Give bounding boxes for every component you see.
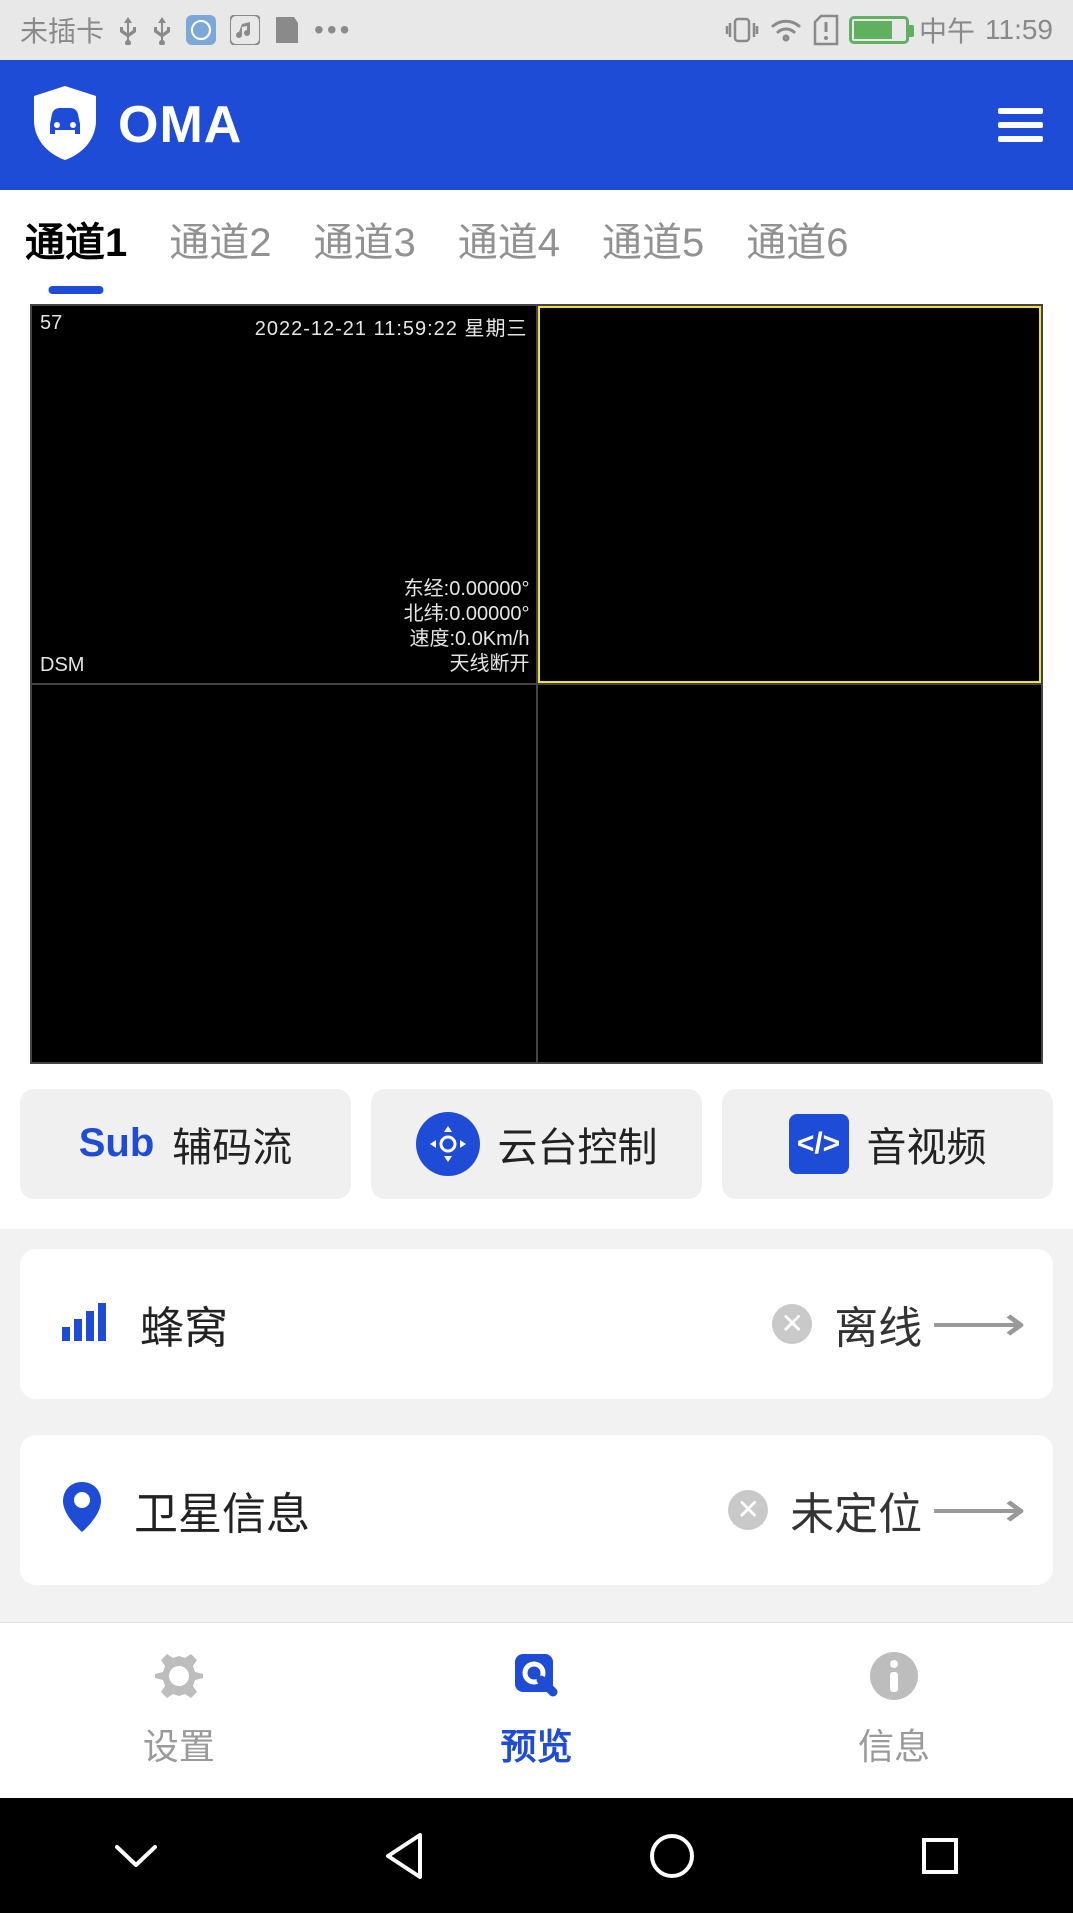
shield-car-icon xyxy=(30,84,100,167)
preview-icon xyxy=(507,1646,567,1706)
vibrate-icon xyxy=(725,15,759,45)
status-bar: 未插卡 ••• 中午 11:59 xyxy=(0,0,1073,60)
app-header: OMA xyxy=(0,60,1073,190)
nav-recent[interactable] xyxy=(918,1834,962,1878)
settings-label: 设置 xyxy=(143,1718,215,1770)
music-icon xyxy=(230,15,260,45)
satellite-card[interactable]: 卫星信息 ✕ 未定位 ⟶ xyxy=(20,1435,1053,1585)
video-cell-4[interactable] xyxy=(538,685,1042,1062)
signal-bars-icon xyxy=(60,1299,110,1348)
tab-channel-6[interactable]: 通道6 xyxy=(746,210,848,294)
arrow-right-icon-2: ⟶ xyxy=(930,1482,1026,1538)
osd-longitude: 东经:0.00000° xyxy=(404,577,530,602)
ptz-label: 云台控制 xyxy=(498,1115,658,1173)
cellular-label: 蜂窝 xyxy=(140,1292,228,1356)
gear-icon xyxy=(149,1646,209,1706)
cellular-card[interactable]: 蜂窝 ✕ 离线 ⟶ xyxy=(20,1249,1053,1399)
bottom-tab-bar: 设置 预览 信息 xyxy=(0,1622,1073,1792)
clock-text: 11:59 xyxy=(985,14,1053,46)
satellite-status: 未定位 xyxy=(790,1478,922,1542)
osd-latitude: 北纬:0.00000° xyxy=(404,602,530,627)
osd-speed: 速度:0.0Km/h xyxy=(404,627,530,652)
battery-icon xyxy=(849,16,909,44)
usb-icon xyxy=(118,15,138,45)
osd-gps-info: 东经:0.00000° 北纬:0.00000° 速度:0.0Km/h 天线断开 xyxy=(404,577,530,677)
nav-collapse[interactable] xyxy=(111,1839,161,1873)
bottom-tab-preview[interactable]: 预览 xyxy=(358,1623,716,1792)
usb-icon-2 xyxy=(152,15,172,45)
osd-channel-number: 57 xyxy=(40,312,62,335)
info-cards: 蜂窝 ✕ 离线 ⟶ 卫星信息 ✕ 未定位 ⟶ xyxy=(0,1229,1073,1622)
video-grid: 57 2022-12-21 11:59:22 星期三 DSM 东经:0.0000… xyxy=(30,304,1043,1064)
sim-alert-icon xyxy=(813,14,839,46)
offline-icon: ✕ xyxy=(772,1304,812,1344)
wifi-icon xyxy=(769,16,803,44)
no-fix-icon: ✕ xyxy=(728,1490,768,1530)
sim-status-text: 未插卡 xyxy=(20,10,104,50)
av-button[interactable]: </> 音视频 xyxy=(722,1089,1053,1199)
location-pin-icon xyxy=(60,1480,104,1539)
satellite-label: 卫星信息 xyxy=(134,1478,310,1542)
android-nav-bar xyxy=(0,1798,1073,1913)
menu-button[interactable] xyxy=(998,108,1043,142)
preview-label: 预览 xyxy=(501,1718,573,1770)
more-icon: ••• xyxy=(314,14,352,46)
arrow-right-icon: ⟶ xyxy=(930,1296,1026,1352)
nav-home[interactable] xyxy=(647,1831,697,1881)
av-label: 音视频 xyxy=(867,1115,987,1173)
tab-channel-2[interactable]: 通道2 xyxy=(169,210,271,294)
app-logo: OMA xyxy=(30,84,242,167)
control-row: Sub 辅码流 云台控制 </> 音视频 xyxy=(0,1089,1073,1229)
video-cell-1[interactable]: 57 2022-12-21 11:59:22 星期三 DSM 东经:0.0000… xyxy=(32,306,536,683)
info-icon xyxy=(864,1646,924,1706)
channel-tabs: 通道1 通道2 通道3 通道4 通道5 通道6 xyxy=(0,190,1073,294)
ptz-icon xyxy=(416,1112,480,1176)
osd-timestamp: 2022-12-21 11:59:22 星期三 xyxy=(255,312,528,341)
substream-button[interactable]: Sub 辅码流 xyxy=(20,1089,351,1199)
app-icon-1 xyxy=(186,15,216,45)
osd-antenna: 天线断开 xyxy=(404,652,530,677)
tab-channel-1[interactable]: 通道1 xyxy=(25,210,127,294)
nav-back[interactable] xyxy=(382,1831,426,1881)
time-prefix: 中午 xyxy=(919,10,975,50)
code-icon: </> xyxy=(789,1114,849,1174)
video-cell-3[interactable] xyxy=(32,685,536,1062)
info-label: 信息 xyxy=(858,1718,930,1770)
osd-camera-label: DSM xyxy=(40,654,84,677)
tab-channel-3[interactable]: 通道3 xyxy=(314,210,416,294)
sub-icon: Sub xyxy=(79,1121,155,1166)
tab-channel-4[interactable]: 通道4 xyxy=(458,210,560,294)
ptz-button[interactable]: 云台控制 xyxy=(371,1089,702,1199)
bottom-tab-info[interactable]: 信息 xyxy=(715,1623,1073,1792)
tab-channel-5[interactable]: 通道5 xyxy=(602,210,704,294)
cellular-status: 离线 xyxy=(834,1292,922,1356)
app-title: OMA xyxy=(118,95,242,155)
bottom-tab-settings[interactable]: 设置 xyxy=(0,1623,358,1792)
app-icon-2 xyxy=(274,15,300,45)
video-cell-2[interactable] xyxy=(538,306,1042,683)
substream-label: 辅码流 xyxy=(172,1115,292,1173)
